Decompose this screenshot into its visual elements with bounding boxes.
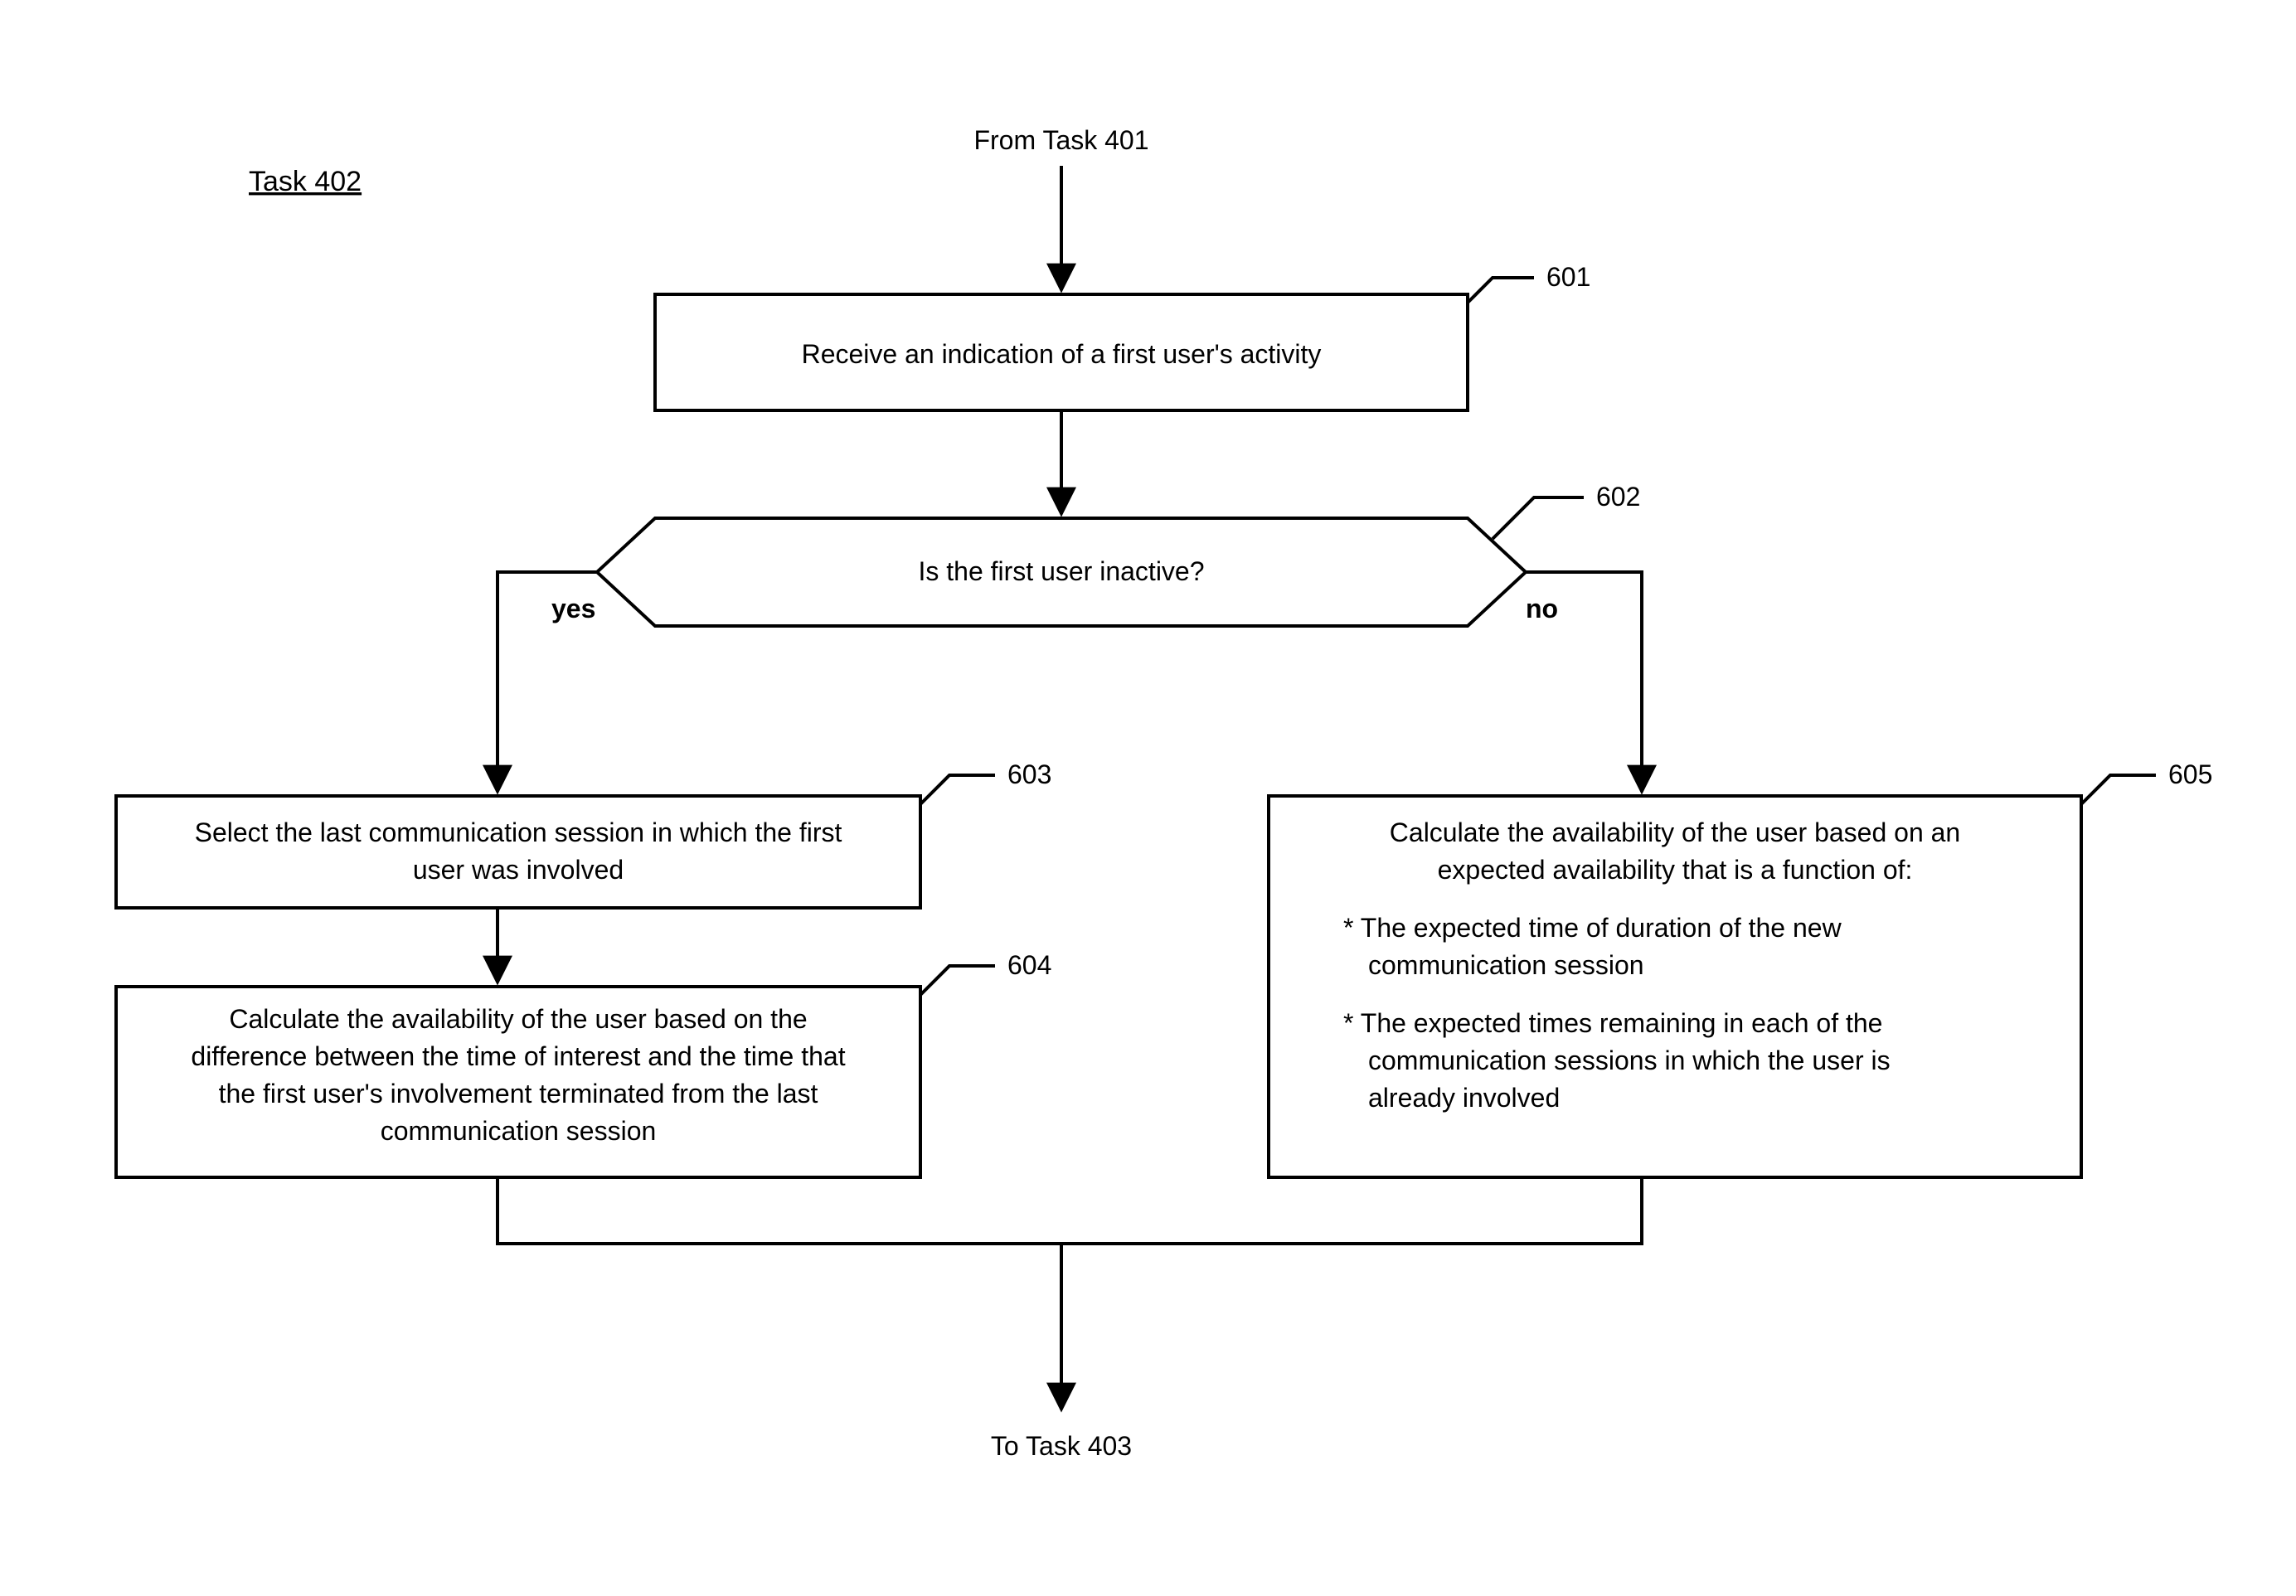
from-label: From Task 401 — [973, 125, 1148, 155]
num-604: 604 — [1007, 950, 1051, 980]
node-605-b2b: communication sessions in which the user… — [1368, 1045, 1891, 1075]
flowchart-canvas: Task 402 From Task 401 Receive an indica… — [0, 0, 2296, 1596]
node-603-l1: Select the last communication session in… — [195, 817, 842, 847]
node-604-l1: Calculate the availability of the user b… — [229, 1004, 807, 1034]
leader-603 — [920, 775, 995, 804]
task-title: Task 402 — [249, 166, 362, 197]
node-603 — [116, 796, 920, 908]
node-605 — [1269, 796, 2081, 1177]
leader-605 — [2081, 775, 2156, 804]
node-605-b2: * The expected times remaining in each o… — [1343, 1008, 1882, 1038]
leader-604 — [920, 966, 995, 995]
node-601-text: Receive an indication of a first user's … — [802, 339, 1322, 369]
num-603: 603 — [1007, 759, 1051, 789]
node-604-l2: difference between the time of interest … — [191, 1041, 845, 1071]
node-605-b1b: communication session — [1368, 950, 1644, 980]
node-605-b1: * The expected time of duration of the n… — [1343, 913, 1842, 943]
node-605-l1: Calculate the availability of the user b… — [1390, 817, 1960, 847]
num-602: 602 — [1596, 482, 1640, 512]
node-602-text: Is the first user inactive? — [918, 556, 1204, 586]
node-605-l2: expected availability that is a function… — [1438, 855, 1913, 885]
edge-604-merge — [498, 1177, 1061, 1244]
to-label: To Task 403 — [991, 1431, 1132, 1461]
leader-601 — [1468, 278, 1534, 303]
num-605: 605 — [2168, 759, 2212, 789]
branch-yes-label: yes — [551, 594, 595, 623]
node-604-l4: communication session — [381, 1116, 657, 1146]
num-601: 601 — [1546, 262, 1590, 292]
node-605-b2c: already involved — [1368, 1083, 1560, 1113]
node-603-l2: user was involved — [413, 855, 624, 885]
edge-605-merge — [1061, 1177, 1642, 1244]
leader-602 — [1493, 497, 1584, 539]
branch-no-label: no — [1526, 594, 1558, 623]
node-604-l3: the first user's involvement terminated … — [219, 1079, 818, 1108]
